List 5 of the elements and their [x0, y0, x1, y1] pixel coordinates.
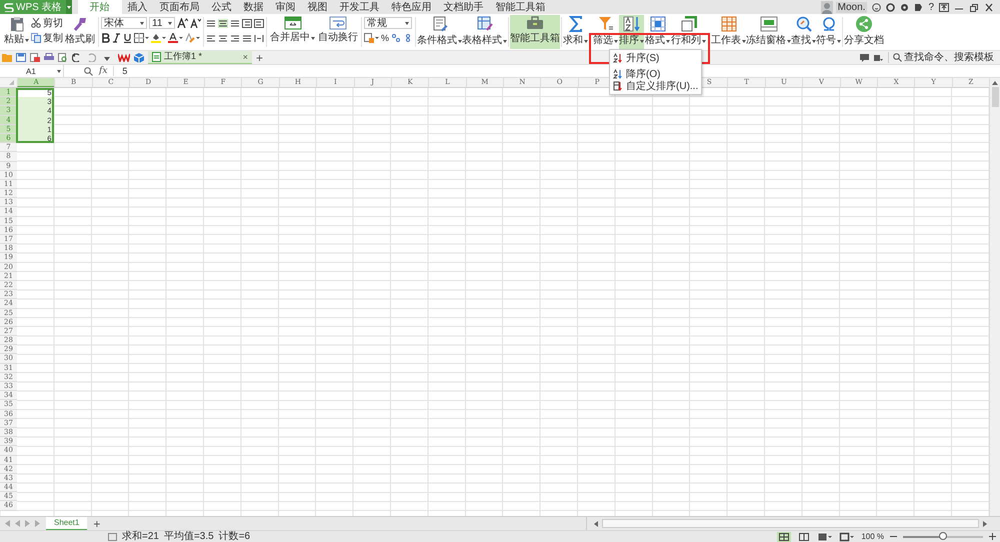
status-statistic: 求和=21 [122, 530, 159, 542]
status-statistic: 平均值=3.5 [164, 530, 214, 542]
document-title: 工作簿1 * [164, 50, 204, 63]
zoom-level: 100 % [861, 532, 884, 541]
status-statistic: 计数=6 [218, 530, 250, 542]
